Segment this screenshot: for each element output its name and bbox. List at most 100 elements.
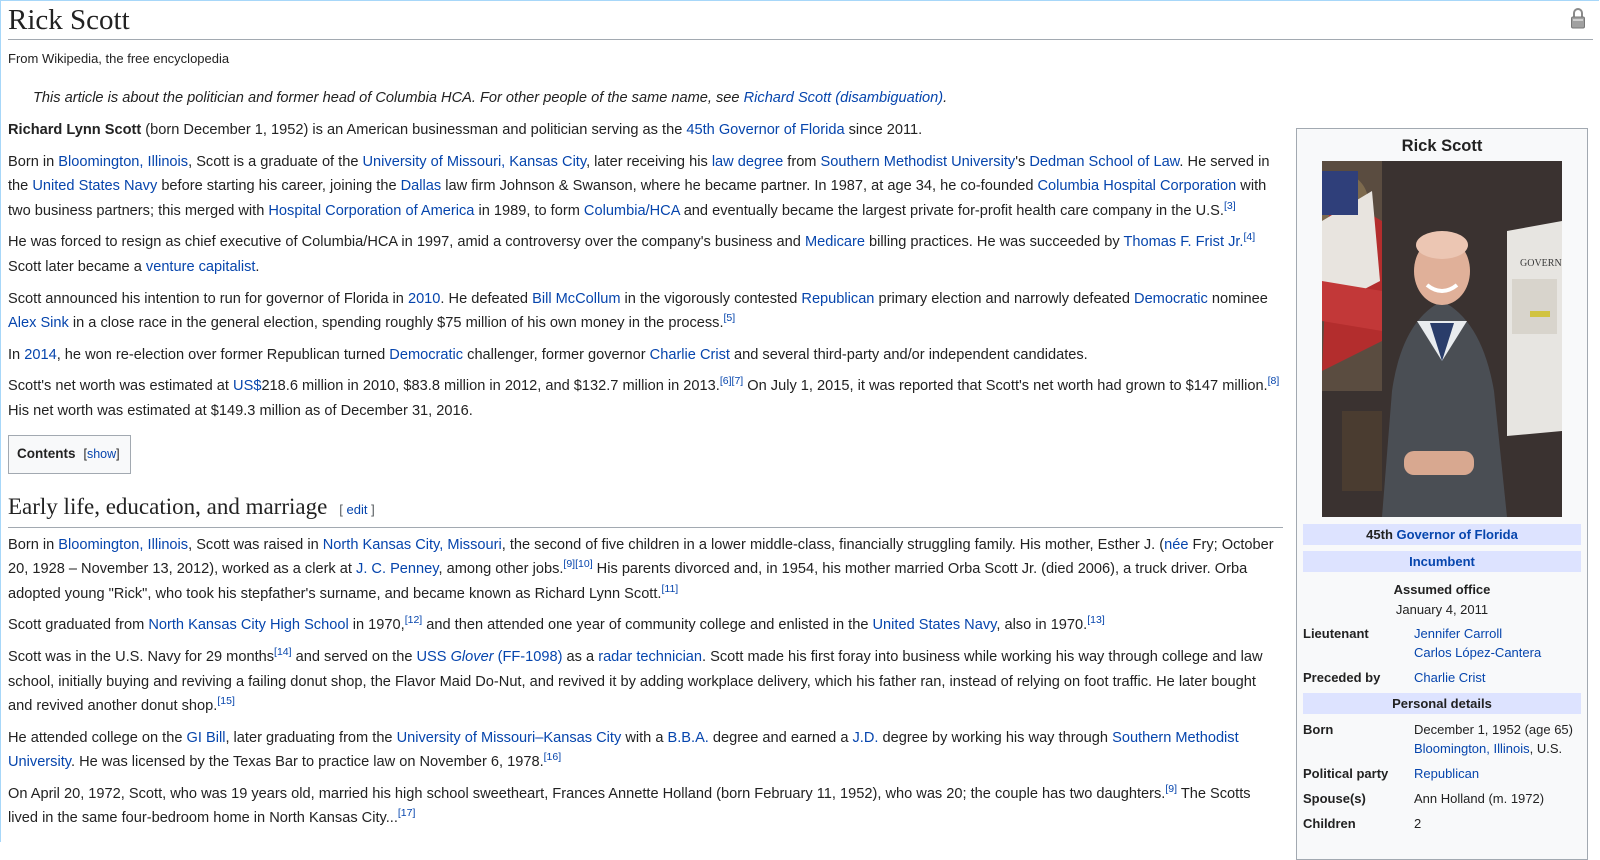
- text: 45th: [1366, 527, 1397, 542]
- text: since 2011.: [844, 122, 923, 138]
- section-paragraph-1: Born in Bloomington, Illinois, Scott was…: [8, 533, 1283, 607]
- infobox-row-preceded-by: Preceded by Charlie Crist: [1303, 668, 1581, 687]
- text: from: [783, 153, 821, 170]
- text: Born in: [8, 536, 59, 553]
- link-bill-mccollum[interactable]: Bill McCollum: [532, 291, 620, 307]
- disambiguation-link[interactable]: Richard Scott (disambiguation): [744, 90, 944, 106]
- link-umkc[interactable]: University of Missouri, Kansas City: [363, 154, 587, 170]
- link-republican[interactable]: Republican: [1414, 766, 1479, 781]
- link-governor-florida[interactable]: 45th Governor of Florida: [686, 122, 844, 138]
- infobox-row-party: Political party Republican: [1303, 764, 1581, 783]
- text: 218.6 million in 2010, $83.8 million in …: [261, 378, 720, 395]
- text: in 1970,: [348, 617, 405, 634]
- table-of-contents: Contents [show]: [8, 434, 131, 474]
- toc-bracket: ]: [116, 446, 120, 461]
- link-columbia-hospital[interactable]: Columbia Hospital Corporation: [1038, 178, 1237, 194]
- text: He was forced to resign as chief executi…: [8, 234, 805, 251]
- subject-name: Richard Lynn Scott: [8, 122, 142, 138]
- link-republican[interactable]: Republican: [801, 291, 874, 307]
- personal-details-band: Personal details: [1303, 693, 1581, 714]
- link-alex-sink[interactable]: Alex Sink: [8, 315, 69, 331]
- link-uss-glover[interactable]: USS Glover (FF-1098): [417, 649, 563, 665]
- link-jennifer-carroll[interactable]: Jennifer Carroll: [1414, 626, 1502, 641]
- toc-show-toggle[interactable]: show: [87, 447, 116, 461]
- reference-link[interactable]: [4]: [1243, 232, 1255, 244]
- link-governor-florida[interactable]: Governor of Florida: [1397, 527, 1518, 542]
- link-2010[interactable]: 2010: [408, 291, 440, 307]
- intro-paragraph-4: Scott announced his intention to run for…: [8, 287, 1283, 336]
- link-hca[interactable]: Hospital Corporation of America: [268, 203, 474, 219]
- text: in the vigorously contested: [620, 290, 802, 307]
- link-umkc[interactable]: University of Missouri–Kansas City: [397, 730, 622, 746]
- reference-link[interactable]: [9]: [563, 558, 575, 570]
- link-medicare[interactable]: Medicare: [805, 234, 865, 250]
- reference-link[interactable]: [17]: [398, 808, 416, 820]
- reference-link[interactable]: [10]: [575, 558, 593, 570]
- link-charlie-crist[interactable]: Charlie Crist: [1414, 670, 1486, 685]
- svg-text:GOVERN: GOVERN: [1520, 258, 1562, 269]
- reference-link[interactable]: [9]: [1165, 783, 1177, 795]
- link-usd[interactable]: US$: [233, 378, 261, 394]
- link-carlos-lopez-cantera[interactable]: Carlos López-Cantera: [1414, 645, 1541, 660]
- link-thomas-frist[interactable]: Thomas F. Frist Jr.: [1123, 234, 1243, 250]
- edit-section: [ edit ]: [339, 502, 374, 517]
- edit-bracket: ]: [367, 501, 375, 517]
- link-north-kansas-city[interactable]: North Kansas City, Missouri: [323, 537, 502, 553]
- link-dedman[interactable]: Dedman School of Law: [1029, 154, 1179, 170]
- link-jd[interactable]: J.D.: [853, 730, 879, 746]
- link-nee[interactable]: née: [1164, 537, 1188, 553]
- link-us-navy[interactable]: United States Navy: [32, 178, 157, 194]
- reference-link[interactable]: [3]: [1224, 200, 1236, 212]
- link-columbia-hca[interactable]: Columbia/HCA: [584, 203, 680, 219]
- link-smu[interactable]: Southern Methodist University: [821, 154, 1016, 170]
- reference-link[interactable]: [15]: [217, 695, 235, 707]
- reference-link[interactable]: [6]: [720, 375, 732, 387]
- reference-link[interactable]: [11]: [661, 583, 678, 595]
- infobox-title: Rick Scott: [1401, 137, 1483, 155]
- infobox-row-lieutenant: Lieutenant Jennifer Carroll Carlos López-…: [1303, 624, 1581, 662]
- edit-section-link[interactable]: edit: [347, 502, 368, 517]
- link-dallas[interactable]: Dallas: [401, 178, 442, 194]
- text: , he won re-election over former Republi…: [56, 346, 390, 363]
- link-democratic[interactable]: Democratic: [389, 347, 463, 363]
- link-radar-technician[interactable]: radar technician: [598, 649, 702, 665]
- link-charlie-crist[interactable]: Charlie Crist: [650, 347, 730, 363]
- link-venture-capitalist[interactable]: venture capitalist: [146, 259, 256, 275]
- link-2014[interactable]: 2014: [24, 347, 56, 363]
- infobox-row-born: Born December 1, 1952 (age 65) Bloomingto…: [1303, 720, 1581, 758]
- portrait-photo[interactable]: GOVERN: [1322, 161, 1562, 517]
- reference-link[interactable]: [7]: [732, 375, 744, 387]
- text: and served on the: [291, 648, 417, 665]
- link-bloomington[interactable]: Bloomington, Illinois: [1414, 741, 1530, 756]
- text: and then attended one year of community …: [422, 617, 873, 634]
- link-nkc-high-school[interactable]: North Kansas City High School: [148, 617, 348, 633]
- text: nominee: [1207, 290, 1268, 307]
- text: Born in: [8, 153, 59, 170]
- link-bloomington[interactable]: Bloomington, Illinois: [58, 537, 188, 553]
- link-law-degree[interactable]: law degree: [712, 154, 783, 170]
- intro-paragraph-5: In 2014, he won re-election over former …: [8, 343, 1283, 368]
- infobox: Rick Scott GOVERN 45th Governor of Flori…: [1296, 128, 1588, 860]
- text: as a: [562, 648, 599, 665]
- text: degree and earned a: [708, 729, 853, 746]
- reference-link[interactable]: [13]: [1087, 614, 1105, 626]
- lock-icon[interactable]: [1570, 7, 1586, 29]
- text: . He defeated: [440, 290, 533, 307]
- reference-link[interactable]: [14]: [274, 646, 292, 658]
- text: Scott was in the U.S. Navy for 29 months: [8, 648, 275, 665]
- link-jc-penney[interactable]: J. C. Penney: [356, 561, 438, 577]
- link-us-navy[interactable]: United States Navy: [873, 617, 997, 633]
- row-label: Born: [1303, 722, 1334, 737]
- text: Glover: [450, 648, 494, 665]
- link-bba[interactable]: B.B.A.: [668, 730, 709, 746]
- link-democratic[interactable]: Democratic: [1134, 291, 1208, 307]
- reference-link[interactable]: [12]: [405, 614, 423, 626]
- link-bloomington[interactable]: Bloomington, Illinois: [58, 154, 188, 170]
- reference-link[interactable]: [5]: [724, 312, 736, 324]
- link-gi-bill[interactable]: GI Bill: [187, 730, 226, 746]
- text: billing practices. He was succeeded by: [864, 234, 1124, 251]
- reference-link[interactable]: [8]: [1268, 375, 1280, 387]
- text: , later graduating from the: [225, 729, 397, 746]
- reference-link[interactable]: [16]: [544, 751, 562, 763]
- link-incumbent[interactable]: Incumbent: [1409, 554, 1475, 569]
